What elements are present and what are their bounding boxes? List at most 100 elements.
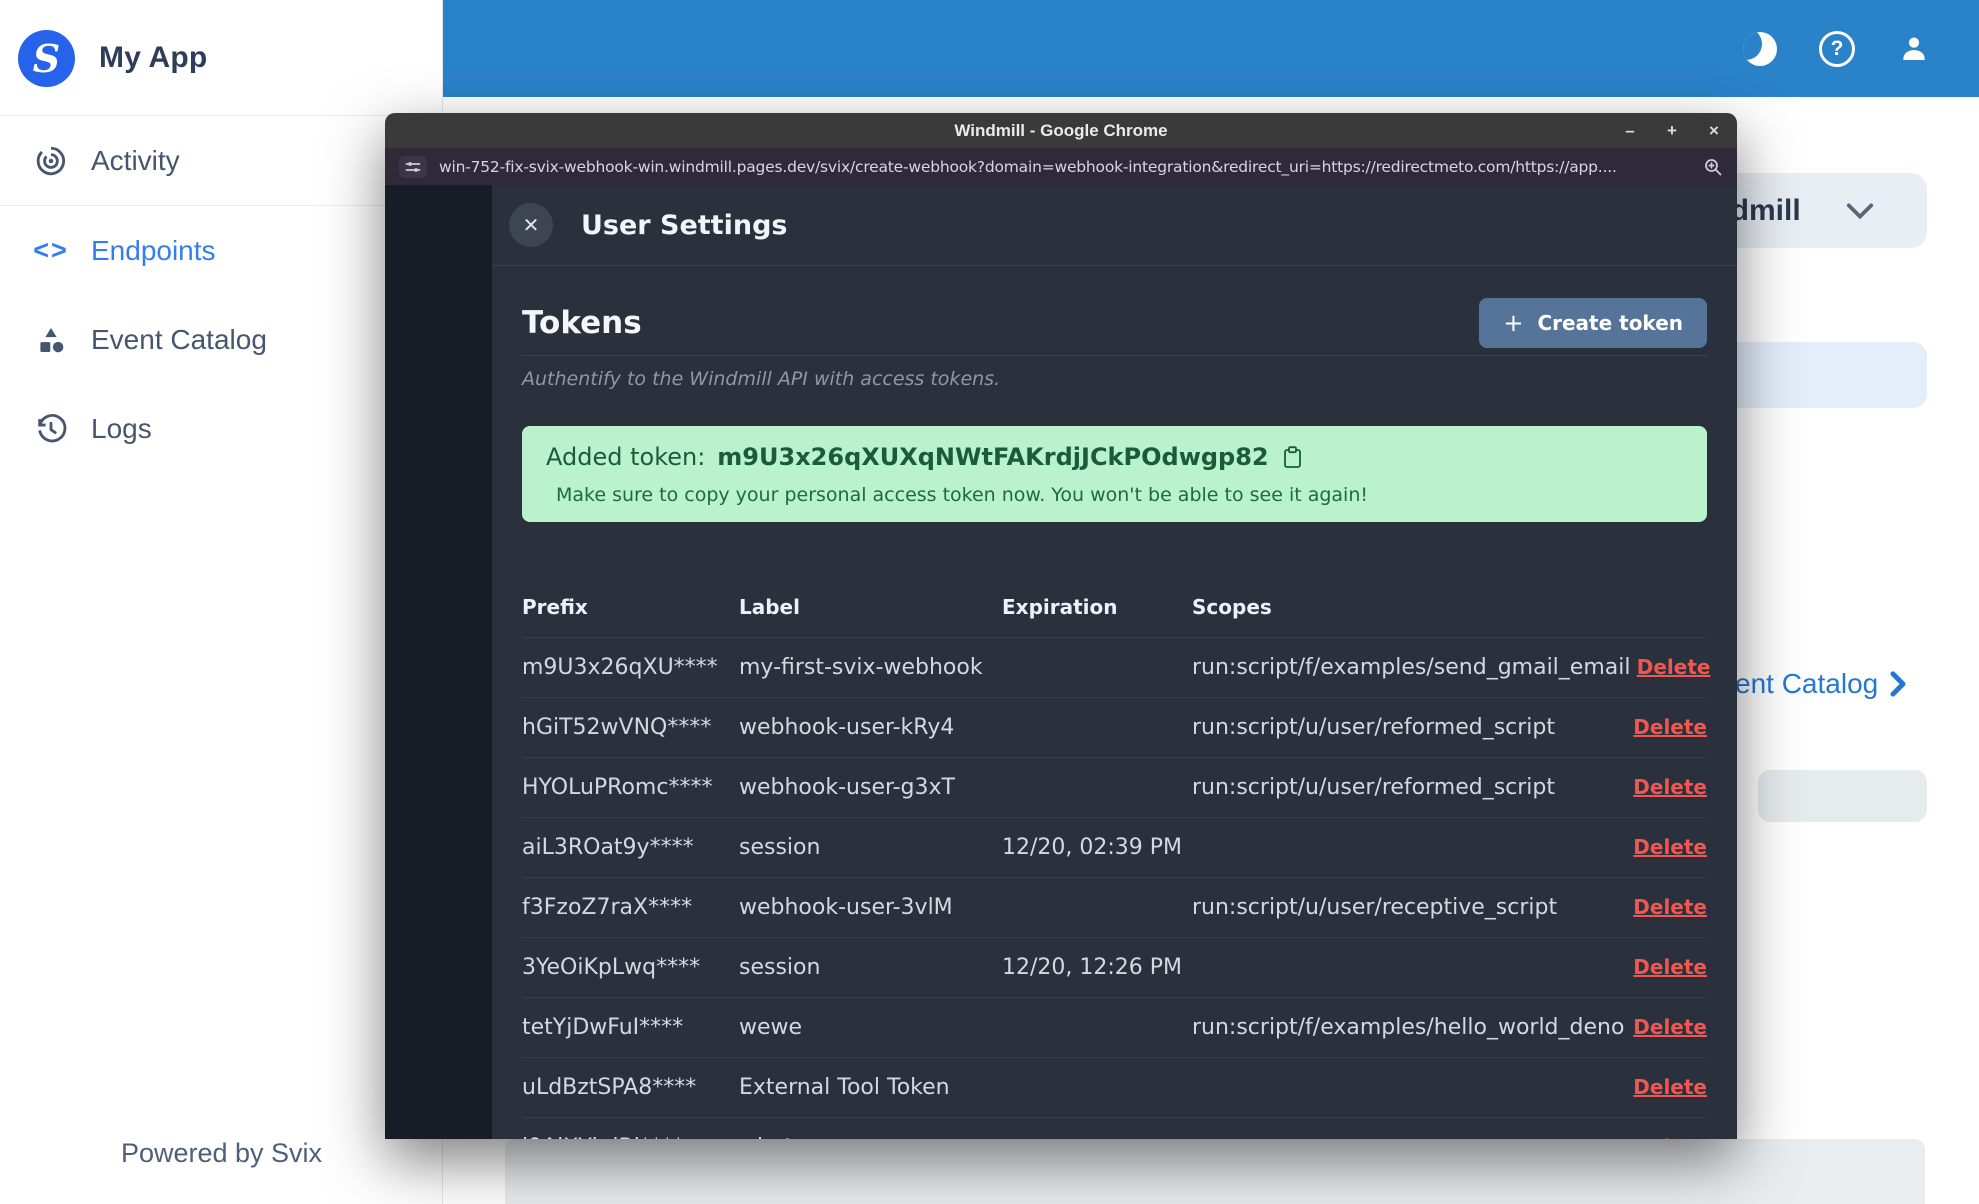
table-row: f3FzoZ7raX**** webhook-user-3vlM run:scr… xyxy=(522,877,1707,937)
token-label: webhook-user-g3xT xyxy=(739,775,955,800)
chrome-window: Windmill - Google Chrome – + × win-752-f… xyxy=(385,113,1737,1139)
table-row: aiL3ROat9y**** session 12/20, 02:39 PM D… xyxy=(522,817,1707,877)
tokens-heading: Tokens xyxy=(522,305,642,341)
event-catalog-link-label: ent Catalog xyxy=(1735,668,1879,699)
minimize-button[interactable]: – xyxy=(1621,122,1639,139)
token-prefix: uLdBztSPA8**** xyxy=(522,1075,697,1100)
table-row: tetYjDwFuI**** wewe run:script/f/example… xyxy=(522,997,1707,1057)
sidebar-item-label: Logs xyxy=(91,412,152,444)
sidebar-item-label: Activity xyxy=(91,144,180,176)
delete-token-link[interactable]: Delete xyxy=(1633,715,1707,739)
new-token-value: m9U3x26qXUXqNWtFAKrdjJCkPOdwgp82 xyxy=(717,443,1269,471)
column-header: Expiration xyxy=(1002,595,1118,619)
column-header: Label xyxy=(739,595,800,619)
token-prefix: m9U3x26qXU**** xyxy=(522,655,718,680)
close-drawer-button[interactable]: ✕ xyxy=(509,203,553,247)
table-row: HYOLuPRomc**** webhook-user-g3xT run:scr… xyxy=(522,757,1707,817)
token-prefix: f3FzoZ7raX**** xyxy=(522,895,693,920)
history-clock-icon xyxy=(33,412,69,446)
column-header: Scopes xyxy=(1192,595,1272,619)
code-brackets-icon: <> xyxy=(33,235,69,265)
help-icon[interactable]: ? xyxy=(1819,30,1855,67)
delete-token-link[interactable]: Delete xyxy=(1633,1075,1707,1099)
delete-token-link[interactable]: Delete xyxy=(1633,895,1707,919)
token-scopes: run:script/u/user/reformed_script xyxy=(1192,715,1556,740)
banner-prefix: Added token: xyxy=(546,443,706,471)
tokens-subtitle: Authentify to the Windmill API with acce… xyxy=(522,368,1001,390)
token-added-banner: Added token: m9U3x26qXUXqNWtFAKrdjJCkPOd… xyxy=(522,426,1707,522)
zoom-page-icon[interactable] xyxy=(1703,157,1723,177)
token-label: webhook-user-3vlM xyxy=(739,895,953,920)
sidebar-item-label: Event Catalog xyxy=(91,323,267,355)
tokens-table-body: m9U3x26qXU**** my-first-svix-webhook run… xyxy=(522,637,1710,1139)
delete-token-link[interactable]: Delete xyxy=(1633,1015,1707,1039)
background-gray-box xyxy=(1758,770,1927,822)
token-scopes: run:script/f/examples/hello_world_deno xyxy=(1192,1015,1625,1040)
sidebar-item-activity[interactable]: Activity xyxy=(0,116,442,205)
app-topbar: ? xyxy=(443,0,1979,97)
tokens-table: Prefix Label Expiration Scopes m9U3x26qX… xyxy=(522,577,1710,1139)
token-label: webhook-user-kRy4 xyxy=(739,715,955,740)
window-titlebar[interactable]: Windmill - Google Chrome – + × xyxy=(385,113,1737,148)
app-title: My App xyxy=(99,41,208,74)
background-content-panel xyxy=(505,1139,1925,1204)
user-settings-drawer: ✕ User Settings Tokens + Create token Au… xyxy=(492,185,1737,1139)
site-settings-icon[interactable] xyxy=(399,155,427,178)
sidebar-item-label: Endpoints xyxy=(91,234,216,266)
token-expiration: 12/20, 12:26 PM xyxy=(1002,955,1183,980)
token-scopes: run:script/u/user/reformed_script xyxy=(1192,775,1556,800)
table-row: hGiT52wVNQ**** webhook-user-kRy4 run:scr… xyxy=(522,697,1707,757)
token-label: my-first-svix-webhook xyxy=(739,655,983,680)
sidebar-item-event-catalog[interactable]: Event Catalog xyxy=(0,295,442,384)
dark-mode-moon-icon[interactable] xyxy=(1743,31,1777,66)
url-text[interactable]: win-752-fix-svix-webhook-win.windmill.pa… xyxy=(439,158,1691,176)
event-catalog-link[interactable]: ent Catalog xyxy=(1735,668,1908,700)
token-prefix: HYOLuPRomc**** xyxy=(522,775,713,800)
table-row: i9AiXYkdRj**** whatever Delete xyxy=(522,1117,1707,1139)
drawer-header: ✕ User Settings xyxy=(492,185,1737,266)
chevron-down-icon xyxy=(1846,203,1873,219)
tokens-table-header: Prefix Label Expiration Scopes xyxy=(522,577,1707,637)
delete-token-link[interactable]: Delete xyxy=(1633,835,1707,859)
powered-by-svix: Powered by Svix xyxy=(120,1138,323,1168)
delete-token-link[interactable]: Delete xyxy=(1637,655,1711,679)
banner-message: Make sure to copy your personal access t… xyxy=(556,484,1368,506)
chevron-right-icon xyxy=(1890,671,1906,697)
token-prefix: 3YeOiKpLwq**** xyxy=(522,955,701,980)
table-row: uLdBztSPA8**** External Tool Token Delet… xyxy=(522,1057,1707,1117)
copy-token-icon[interactable] xyxy=(1283,445,1302,469)
app-sidebar: S My App Activity <> Endpoints Event Cat… xyxy=(0,0,443,1204)
window-title: Windmill - Google Chrome xyxy=(954,120,1168,140)
delete-token-link[interactable]: Delete xyxy=(1633,955,1707,979)
create-token-button[interactable]: + Create token xyxy=(1479,298,1707,348)
token-scopes: run:script/u/user/receptive_script xyxy=(1192,895,1558,920)
page-backdrop: ✕ User Settings Tokens + Create token Au… xyxy=(385,185,1737,1139)
token-prefix: aiL3ROat9y**** xyxy=(522,835,694,860)
token-expiration: 12/20, 02:39 PM xyxy=(1002,835,1183,860)
browser-url-bar[interactable]: win-752-fix-svix-webhook-win.windmill.pa… xyxy=(385,148,1737,185)
maximize-button[interactable]: + xyxy=(1663,122,1681,139)
column-header: Prefix xyxy=(522,595,588,619)
plus-icon: + xyxy=(1503,309,1524,337)
divider xyxy=(522,355,1707,356)
token-label: session xyxy=(739,955,821,980)
sidebar-item-endpoints[interactable]: <> Endpoints xyxy=(0,206,442,295)
token-scopes: run:script/f/examples/send_gmail_email xyxy=(1192,655,1631,680)
table-row: m9U3x26qXU**** my-first-svix-webhook run… xyxy=(522,637,1710,697)
shapes-icon xyxy=(33,323,69,357)
token-prefix: hGiT52wVNQ**** xyxy=(522,715,712,740)
user-account-icon[interactable] xyxy=(1897,32,1931,66)
delete-token-link[interactable]: Delete xyxy=(1633,1135,1707,1139)
token-label: session xyxy=(739,835,821,860)
delete-token-link[interactable]: Delete xyxy=(1633,775,1707,799)
table-row: 3YeOiKpLwq**** session 12/20, 12:26 PM D… xyxy=(522,937,1707,997)
token-prefix: i9AiXYkdRj**** xyxy=(522,1135,739,1139)
sidebar-item-logs[interactable]: Logs xyxy=(0,384,442,473)
activity-icon xyxy=(33,144,69,178)
token-label: whatever xyxy=(739,1135,1002,1139)
token-label: External Tool Token xyxy=(739,1075,950,1100)
close-window-button[interactable]: × xyxy=(1705,122,1723,139)
svix-logo: S xyxy=(18,29,75,87)
token-prefix: tetYjDwFuI**** xyxy=(522,1015,684,1040)
drawer-title: User Settings xyxy=(581,209,788,241)
